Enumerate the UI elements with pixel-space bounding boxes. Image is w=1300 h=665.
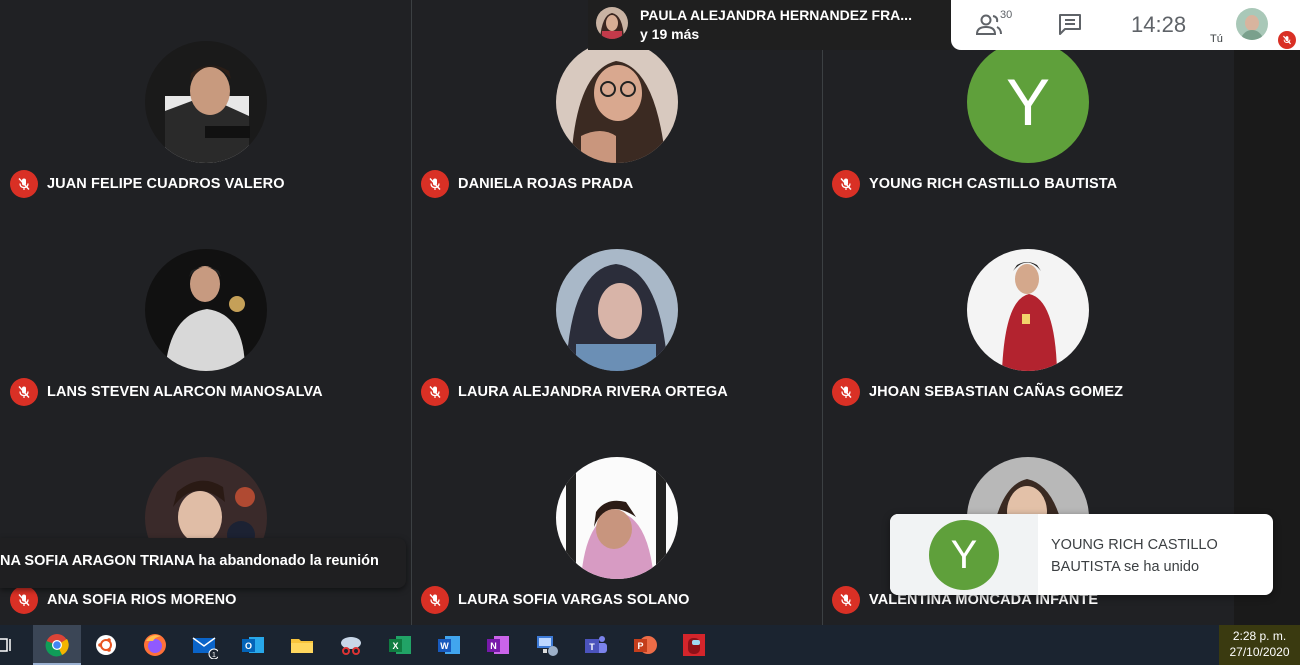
participant-name: JHOAN SEBASTIAN CAÑAS GOMEZ <box>869 384 1124 400</box>
participant-avatar <box>556 249 678 371</box>
left-toast-text: NA SOFIA ARAGON TRIANA ha abandonado la … <box>0 553 379 569</box>
file-explorer-icon[interactable] <box>288 631 316 659</box>
mic-off-icon <box>10 586 38 614</box>
onenote-icon[interactable]: N <box>484 631 512 659</box>
ubuntu-icon[interactable] <box>92 631 120 659</box>
excel-icon[interactable]: X <box>386 631 414 659</box>
toast-message: YOUNG RICH CASTILLO BAUTISTA se ha unido <box>1051 537 1218 575</box>
windows-taskbar: 1 O X W N T P 2:28 p. m. 27/10/2020 <box>0 625 1300 665</box>
task-view-icon[interactable] <box>0 631 20 659</box>
svg-text:P: P <box>637 641 643 651</box>
presenter-avatar <box>596 7 628 39</box>
mail-icon[interactable]: 1 <box>190 631 220 660</box>
participant-tile[interactable]: LANS STEVEN ALARCON MANOSALVA <box>0 208 411 416</box>
participant-letter-avatar: Y <box>967 41 1089 163</box>
word-icon[interactable]: W <box>435 631 463 659</box>
left-notification-toast: NA SOFIA ARAGON TRIANA ha abandonado la … <box>0 538 406 588</box>
self-avatar[interactable] <box>1236 8 1268 40</box>
participant-avatar <box>967 249 1089 371</box>
system-clock[interactable]: 2:28 p. m. 27/10/2020 <box>1219 625 1300 665</box>
participant-avatar <box>556 457 678 579</box>
participant-name: ANA SOFIA RIOS MORENO <box>47 592 237 608</box>
network-app-icon[interactable] <box>533 631 561 659</box>
participant-avatar <box>145 249 267 371</box>
participant-name: DANIELA ROJAS PRADA <box>458 176 634 192</box>
firefox-icon[interactable] <box>141 631 169 659</box>
powerpoint-icon[interactable]: P <box>631 631 659 659</box>
mic-off-icon <box>421 170 449 198</box>
snipping-tool-icon[interactable] <box>337 631 365 659</box>
presenter-name: PAULA ALEJANDRA HERNANDEZ FRA... <box>640 7 912 23</box>
participant-tile[interactable]: LAURA SOFIA VARGAS SOLANO <box>411 416 822 624</box>
participant-tile[interactable]: LAURA ALEJANDRA RIVERA ORTEGA <box>411 208 822 416</box>
chat-icon[interactable] <box>1057 12 1083 36</box>
presenter-more: y 19 más <box>640 26 700 42</box>
toast-letter-avatar: Y <box>929 520 999 590</box>
mail-badge: 1 <box>212 652 216 659</box>
participant-avatar <box>145 41 267 163</box>
participant-avatar <box>556 41 678 163</box>
participants-count: 30 <box>1000 9 1013 21</box>
mic-off-icon <box>832 378 860 406</box>
self-label: Tú <box>1210 33 1223 45</box>
svg-text:W: W <box>440 641 449 651</box>
mic-off-icon <box>832 586 860 614</box>
svg-text:O: O <box>245 641 252 651</box>
presenter-banner[interactable]: PAULA ALEJANDRA HERNANDEZ FRA... y 19 má… <box>588 0 951 50</box>
join-notification-toast[interactable]: Y YOUNG RICH CASTILLO BAUTISTA se ha uni… <box>890 514 1273 595</box>
svg-text:X: X <box>392 641 398 651</box>
meeting-clock: 14:28 <box>1131 12 1187 37</box>
participant-name: YOUNG RICH CASTILLO BAUTISTA <box>869 176 1118 192</box>
mic-off-icon <box>421 586 449 614</box>
teams-icon[interactable]: T <box>582 631 610 659</box>
mic-off-icon <box>10 170 38 198</box>
participant-name: JUAN FELIPE CUADROS VALERO <box>47 176 285 192</box>
participant-tile[interactable]: ANA SOFIA RIOS MORENO <box>0 416 411 624</box>
svg-text:T: T <box>589 642 595 652</box>
participant-name: LAURA SOFIA VARGAS SOLANO <box>458 592 690 608</box>
among-us-icon[interactable] <box>680 631 708 659</box>
participant-name: LANS STEVEN ALARCON MANOSALVA <box>47 384 323 400</box>
clock-date: 27/10/2020 <box>1229 645 1290 659</box>
chrome-icon[interactable] <box>43 631 71 659</box>
meeting-top-bar: 30 14:28 Tú <box>951 0 1300 50</box>
participant-tile[interactable]: JUAN FELIPE CUADROS VALERO <box>0 0 411 208</box>
mic-off-icon <box>421 378 449 406</box>
mic-off-icon <box>832 170 860 198</box>
participant-name: LAURA ALEJANDRA RIVERA ORTEGA <box>458 384 728 400</box>
mic-off-icon <box>1278 31 1296 49</box>
svg-text:N: N <box>490 641 497 651</box>
mic-off-icon <box>10 378 38 406</box>
outlook-icon[interactable]: O <box>239 631 267 659</box>
participant-tile[interactable]: JHOAN SEBASTIAN CAÑAS GOMEZ <box>822 208 1233 416</box>
clock-time: 2:28 p. m. <box>1232 629 1287 643</box>
